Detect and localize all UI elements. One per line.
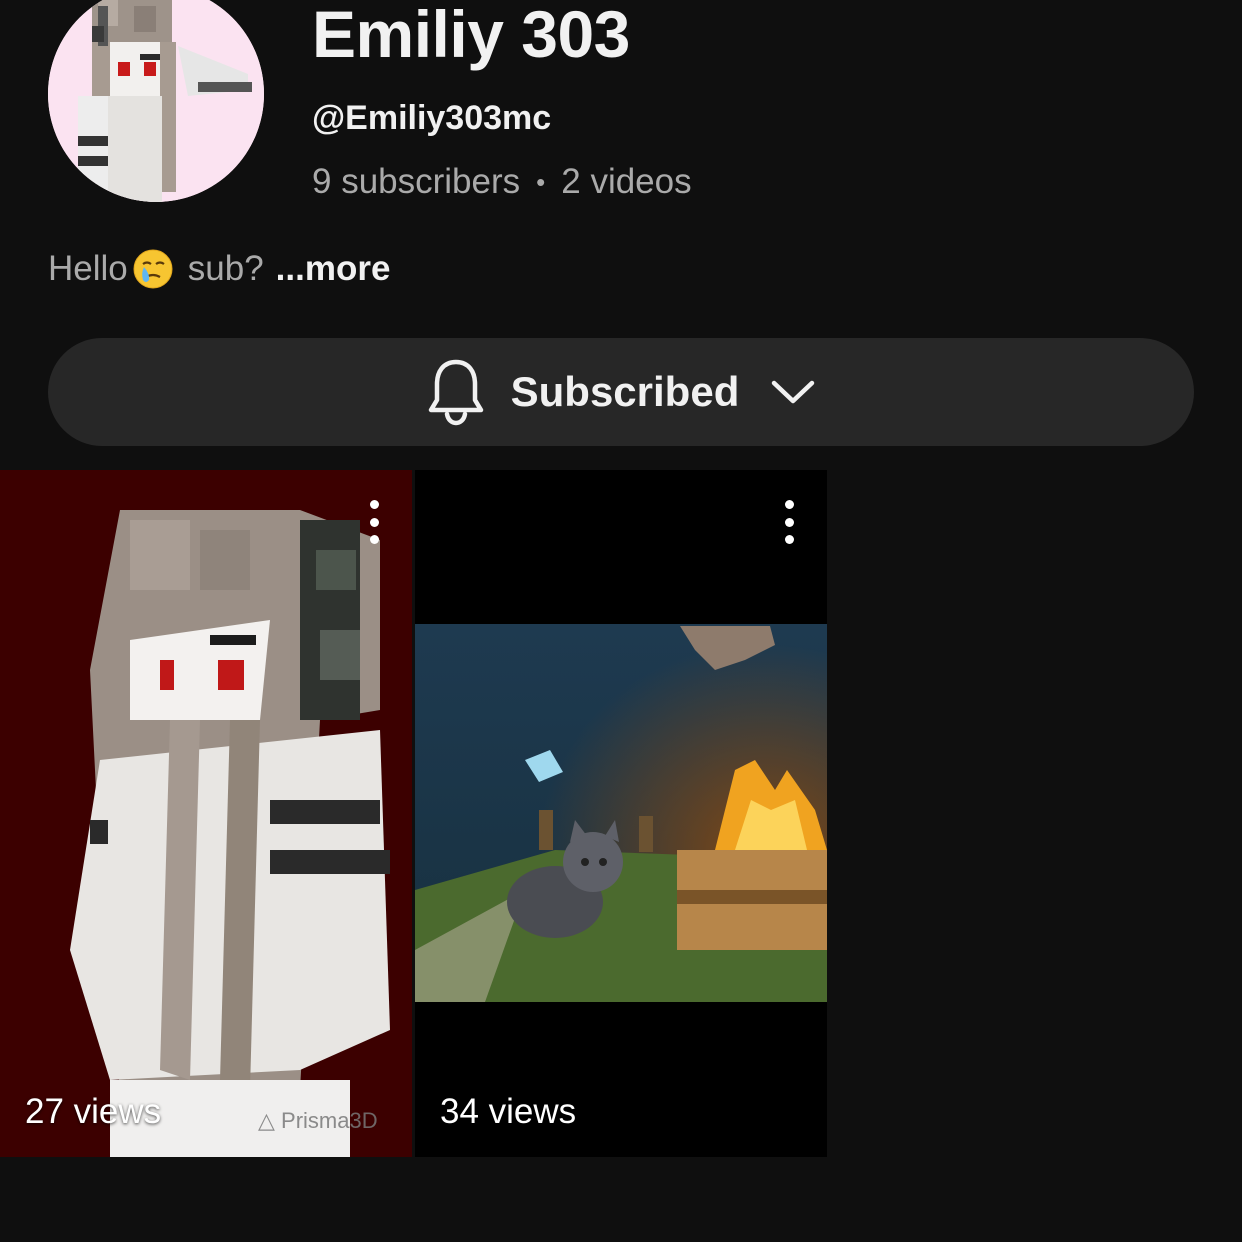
menu-dot	[369, 535, 379, 544]
menu-dot	[369, 517, 379, 527]
thumbnail-watermark: △ Prisma3D	[258, 1108, 378, 1133]
bell-icon	[428, 359, 483, 426]
description-more-link[interactable]: ...more	[276, 249, 391, 289]
menu-dot	[784, 500, 794, 509]
subscribed-button[interactable]: Subscribed	[48, 338, 1194, 446]
channel-description[interactable]: Hello sub? ...more	[48, 248, 390, 290]
video-thumbnail	[0, 470, 412, 1157]
crying-face-emoji-icon	[133, 249, 173, 289]
channel-name: Emiliy 303	[312, 0, 630, 71]
channel-stats: 9 subscribers • 2 videos	[312, 162, 692, 202]
video-tile[interactable]: 34 views	[415, 470, 827, 1157]
video-count: 2 videos	[561, 162, 692, 201]
menu-dot	[369, 500, 379, 509]
video-thumbnail	[415, 470, 827, 1157]
channel-page: Emiliy 303 @Emiliy303mc 9 subscribers • …	[0, 0, 1242, 1242]
stats-separator: •	[536, 166, 546, 197]
description-text-start: Hello	[48, 249, 128, 288]
video-view-count: 34 views	[440, 1092, 577, 1131]
video-menu-button[interactable]	[362, 500, 386, 544]
video-tile[interactable]: △ Prisma3D 27 views	[0, 470, 412, 1157]
menu-dot	[784, 517, 794, 527]
avatar-image	[48, 0, 264, 202]
subscribed-label: Subscribed	[510, 368, 740, 415]
chevron-down-icon	[772, 380, 815, 404]
channel-avatar[interactable]	[48, 0, 264, 202]
subscriber-count: 9 subscribers	[312, 162, 521, 201]
video-menu-button[interactable]	[777, 500, 801, 544]
channel-handle: @Emiliy303mc	[312, 99, 552, 137]
menu-dot	[784, 535, 794, 544]
video-view-count: 27 views	[25, 1092, 162, 1131]
description-text-end: sub?	[187, 249, 264, 288]
